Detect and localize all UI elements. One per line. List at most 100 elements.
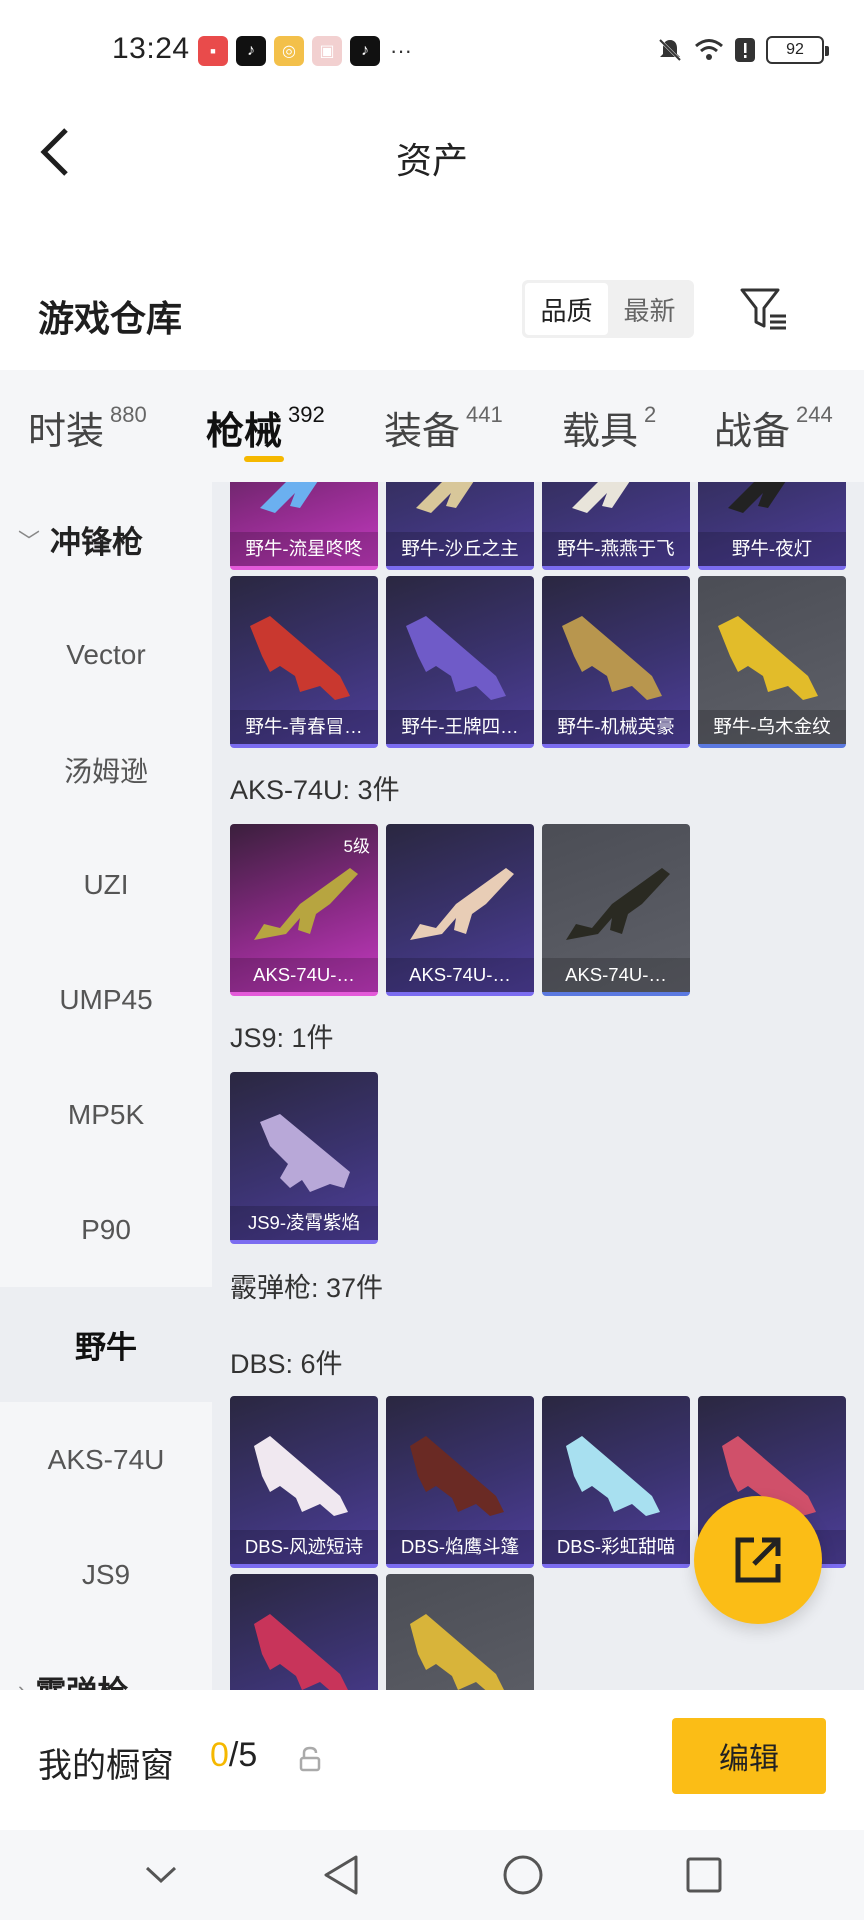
item-name: DBS-焰鹰斗篷 <box>386 1530 534 1564</box>
lock-icon <box>299 1746 321 1772</box>
item-card[interactable]: 野牛-乌木金纹 <box>698 576 846 748</box>
item-name: JS9-凌霄紫焰 <box>230 1206 378 1240</box>
gun-skin-image <box>260 1114 350 1192</box>
item-name: 野牛-流星咚咚 <box>230 532 378 566</box>
tab-supplies[interactable]: 战备 244 <box>714 370 833 482</box>
item-name: 野牛-乌木金纹 <box>698 710 846 744</box>
gun-skin-image <box>410 1436 504 1516</box>
nav-recents-button[interactable] <box>679 1850 729 1900</box>
item-card[interactable]: AKS-74U-… <box>542 824 690 996</box>
sort-option-newest[interactable]: 最新 <box>608 283 691 335</box>
item-name: 野牛-沙丘之主 <box>386 532 534 566</box>
item-card[interactable]: 野牛-沙丘之主 <box>386 482 534 570</box>
sidebar-item-aks74u[interactable]: AKS-74U <box>0 1402 212 1517</box>
showcase-current: 0 <box>210 1736 229 1774</box>
section-label-dbs: DBS: 6件 <box>230 1349 343 1379</box>
system-nav-bar <box>0 1830 864 1920</box>
tiktok-icon: ♪ <box>236 36 266 66</box>
section-label-js9: JS9: 1件 <box>230 1023 334 1053</box>
item-name: AKS-74U-… <box>230 958 378 992</box>
square-recents-icon <box>686 1857 721 1893</box>
item-card[interactable]: 野牛-燕燕于飞 <box>542 482 690 570</box>
item-card[interactable] <box>230 1574 378 1690</box>
gun-skin-image <box>566 868 670 940</box>
chevron-right-icon: › <box>18 1676 26 1691</box>
sidebar-item-p90[interactable]: P90 <box>0 1172 212 1287</box>
tab-count: 441 <box>466 402 503 427</box>
tab-label: 战备 <box>714 411 791 453</box>
item-card[interactable]: AKS-74U-… <box>386 824 534 996</box>
sidebar-group-shotgun[interactable]: › 霰弹枪 <box>0 1632 212 1690</box>
item-card[interactable] <box>386 1574 534 1690</box>
alert-icon <box>735 38 755 62</box>
battery-indicator: 92 <box>766 36 829 64</box>
filter-icon <box>740 288 786 330</box>
nav-back-button[interactable] <box>317 1850 367 1900</box>
share-button[interactable] <box>694 1496 822 1624</box>
tab-vehicles[interactable]: 载具 2 <box>562 370 656 482</box>
tab-count: 880 <box>110 402 147 427</box>
item-level-badge: 5级 <box>343 837 370 856</box>
tab-count: 244 <box>796 402 833 427</box>
filter-button[interactable] <box>738 284 790 336</box>
showcase-total: /5 <box>228 1736 258 1774</box>
item-card[interactable]: 野牛-机械英豪 <box>542 576 690 748</box>
nav-home-button[interactable] <box>498 1850 548 1900</box>
item-card[interactable]: 野牛-流星咚咚 <box>230 482 378 570</box>
item-card[interactable]: JS9-凌霄紫焰 <box>230 1072 378 1244</box>
gun-skin-image <box>406 616 506 700</box>
gun-skin-image <box>254 1614 348 1690</box>
notification-icons: ■ ♪ ◎ ▣ ♪ ··· <box>198 36 414 66</box>
chevron-down-icon <box>145 1866 176 1884</box>
tiktok-icon: ♪ <box>350 36 380 66</box>
item-name: AKS-74U-… <box>542 958 690 992</box>
item-card[interactable]: DBS-风迹短诗 <box>230 1396 378 1568</box>
item-card[interactable]: 野牛-夜灯 <box>698 482 846 570</box>
item-card[interactable]: 5级 AKS-74U-… <box>230 824 378 996</box>
section-label-aks74u: AKS-74U: 3件 <box>230 775 400 805</box>
sidebar-group-smg[interactable]: ﹀ 冲锋枪 <box>0 482 212 597</box>
item-card[interactable]: 野牛-青春冒… <box>230 576 378 748</box>
sidebar-item-mp5k[interactable]: MP5K <box>0 1057 212 1172</box>
weapon-type-sidebar: ﹀ 冲锋枪 Vector 汤姆逊 UZI UMP45 MP5K P90 野牛 A… <box>0 482 212 1690</box>
item-card[interactable]: DBS-焰鹰斗篷 <box>386 1396 534 1568</box>
item-name: 野牛-夜灯 <box>698 532 846 566</box>
sidebar-item-thompson[interactable]: 汤姆逊 <box>0 712 212 827</box>
gun-skin-image <box>254 1436 348 1516</box>
gun-skin-image <box>254 868 358 940</box>
page-title: 资产 <box>395 140 468 181</box>
tab-count: 2 <box>644 402 657 427</box>
mute-icon <box>658 38 682 62</box>
item-name: 野牛-燕燕于飞 <box>542 532 690 566</box>
tab-label: 时装 <box>28 411 105 453</box>
gun-skin-image <box>718 616 818 700</box>
chevron-down-icon: ﹀ <box>18 528 41 554</box>
item-name: DBS-彩虹甜喵 <box>542 1530 690 1564</box>
gun-skin-image <box>566 1436 660 1516</box>
wifi-icon <box>695 39 723 60</box>
item-name: 野牛-机械英豪 <box>542 710 690 744</box>
sort-option-quality[interactable]: 品质 <box>525 283 608 335</box>
gun-skin-image <box>416 482 474 513</box>
status-time: 13:24 <box>112 32 190 65</box>
tab-fashion[interactable]: 时装 880 <box>28 370 147 482</box>
item-name: AKS-74U-… <box>386 958 534 992</box>
sidebar-item-bizon[interactable]: 野牛 <box>0 1287 212 1402</box>
sidebar-group-label: 霰弹枪 <box>35 1667 128 1690</box>
item-card[interactable]: 野牛-王牌四… <box>386 576 534 748</box>
item-name: 野牛-王牌四… <box>386 710 534 744</box>
item-card[interactable]: DBS-彩虹甜喵 <box>542 1396 690 1568</box>
nav-collapse-button[interactable] <box>136 1850 186 1900</box>
tab-firearms[interactable]: 枪械 392 <box>206 370 325 482</box>
ring-app-icon: ◎ <box>274 36 304 66</box>
edit-button[interactable]: 编辑 <box>672 1718 826 1794</box>
sidebar-group-label: 冲锋枪 <box>50 525 144 560</box>
tab-equipment[interactable]: 装备 441 <box>384 370 503 482</box>
sidebar-item-ump45[interactable]: UMP45 <box>0 942 212 1057</box>
status-bar: 13:24 ■ ♪ ◎ ▣ ♪ ··· 92 <box>0 0 864 104</box>
sidebar-item-js9[interactable]: JS9 <box>0 1517 212 1632</box>
warehouse-header: 游戏仓库 品质 最新 <box>0 260 864 370</box>
showcase-count: 0/5 <box>210 1736 257 1775</box>
sidebar-item-uzi[interactable]: UZI <box>0 827 212 942</box>
sidebar-item-vector[interactable]: Vector <box>0 597 212 712</box>
